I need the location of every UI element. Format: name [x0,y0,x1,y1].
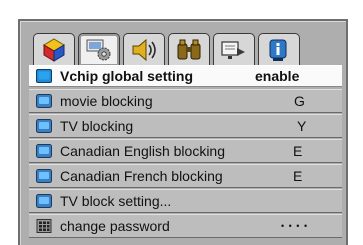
menu-row-canadian-english-blocking[interactable]: Canadian English blocking E [29,139,342,163]
row-label: movie blocking [60,93,153,109]
tv-icon [36,119,52,133]
row-label: Canadian English blocking [60,143,225,159]
tab-channel[interactable] [168,33,210,66]
menu-row-change-password[interactable]: change password • • • • [29,214,342,238]
tv-icon [36,169,52,183]
settings-icon [86,39,111,61]
menu-row-movie-blocking[interactable]: movie blocking G [29,89,342,113]
menu-row-vchip-global-setting[interactable]: Vchip global setting enable [29,65,342,87]
vchip-settings-list: Vchip global setting enable movie blocki… [29,65,342,239]
row-label: change password [60,218,170,234]
row-value: enable [255,68,300,84]
tab-audio[interactable] [123,33,165,66]
tab-picture[interactable] [33,33,75,66]
tv-icon [36,194,52,208]
row-value: G [294,93,305,109]
menu-row-canadian-french-blocking[interactable]: Canadian French blocking E [29,164,342,188]
tab-info[interactable] [258,33,300,66]
screen-icon [36,69,52,83]
info-icon [269,39,287,61]
speaker-icon [132,38,156,62]
row-label: Vchip global setting [60,68,194,84]
menu-row-tv-block-setting[interactable]: TV block setting... [29,189,342,213]
row-value: E [293,168,303,184]
keypad-icon [36,219,52,233]
input-source-icon [221,41,245,59]
shapes-icon [43,38,65,62]
vchip-menu-panel: Vchip global setting enable movie blocki… [18,19,348,245]
row-value: Y [297,118,307,134]
tab-settings[interactable] [78,33,120,66]
row-value: E [293,143,303,159]
row-label: TV block setting... [60,193,172,209]
binoculars-icon [177,39,201,60]
tv-icon [36,94,52,108]
menu-row-tv-blocking[interactable]: TV blocking Y [29,114,342,138]
menu-tab-bar [33,33,300,66]
row-label: Canadian French blocking [60,168,223,184]
password-dots: • • • • [281,221,309,231]
tab-input[interactable] [213,33,255,66]
tv-icon [36,144,52,158]
row-label: TV blocking [60,118,134,134]
